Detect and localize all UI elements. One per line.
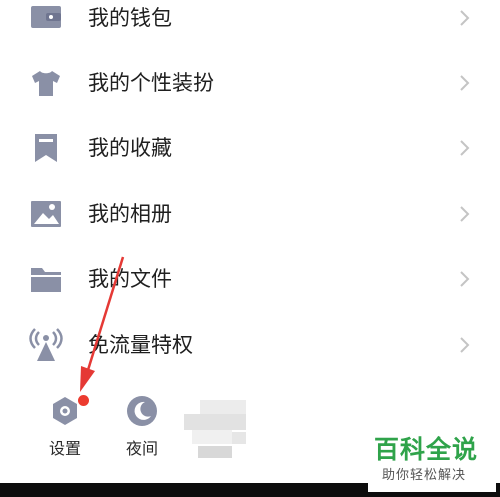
bookmark-icon xyxy=(28,130,64,166)
menu-item-label: 免流量特权 xyxy=(88,333,193,357)
tshirt-icon xyxy=(28,65,64,101)
signal-tower-icon xyxy=(28,327,64,363)
night-mode-label: 夜间 xyxy=(125,439,158,458)
menu-item-data-privilege[interactable]: 免流量特权 xyxy=(0,320,500,370)
settings-label: 设置 xyxy=(48,439,81,458)
folder-icon xyxy=(28,261,64,297)
menu-item-theme[interactable]: 我的个性装扮 xyxy=(0,58,500,108)
watermark-title: 百科全说 xyxy=(374,435,479,464)
chevron-right-icon xyxy=(458,333,472,357)
chevron-right-icon xyxy=(458,71,472,95)
gear-icon xyxy=(48,394,82,428)
menu-item-label: 我的收藏 xyxy=(88,136,172,160)
menu-item-label: 我的个性装扮 xyxy=(88,71,214,95)
menu-item-label: 我的钱包 xyxy=(88,6,172,30)
menu-item-album[interactable]: 我的相册 xyxy=(0,189,500,239)
chevron-right-icon xyxy=(458,136,472,160)
menu-item-wallet[interactable]: 我的钱包 xyxy=(0,0,500,43)
menu-item-label: 我的文件 xyxy=(88,267,172,291)
menu-item-favorites[interactable]: 我的收藏 xyxy=(0,123,500,173)
photo-icon xyxy=(28,196,64,232)
notification-dot xyxy=(78,395,89,406)
chevron-right-icon xyxy=(458,6,472,30)
wallet-icon xyxy=(28,0,64,36)
watermark-subtitle: 助你轻松解决 xyxy=(382,468,467,483)
menu-item-label: 我的相册 xyxy=(88,202,172,226)
blurred-region xyxy=(184,398,246,460)
menu-item-files[interactable]: 我的文件 xyxy=(0,254,500,304)
settings-button[interactable]: 设置 xyxy=(35,390,95,465)
chevron-right-icon xyxy=(458,202,472,226)
chevron-right-icon xyxy=(458,267,472,291)
moon-icon xyxy=(125,394,159,428)
night-mode-button[interactable]: 夜间 xyxy=(112,390,172,465)
watermark-logo: 百科全说 助你轻松解决 xyxy=(368,432,496,492)
